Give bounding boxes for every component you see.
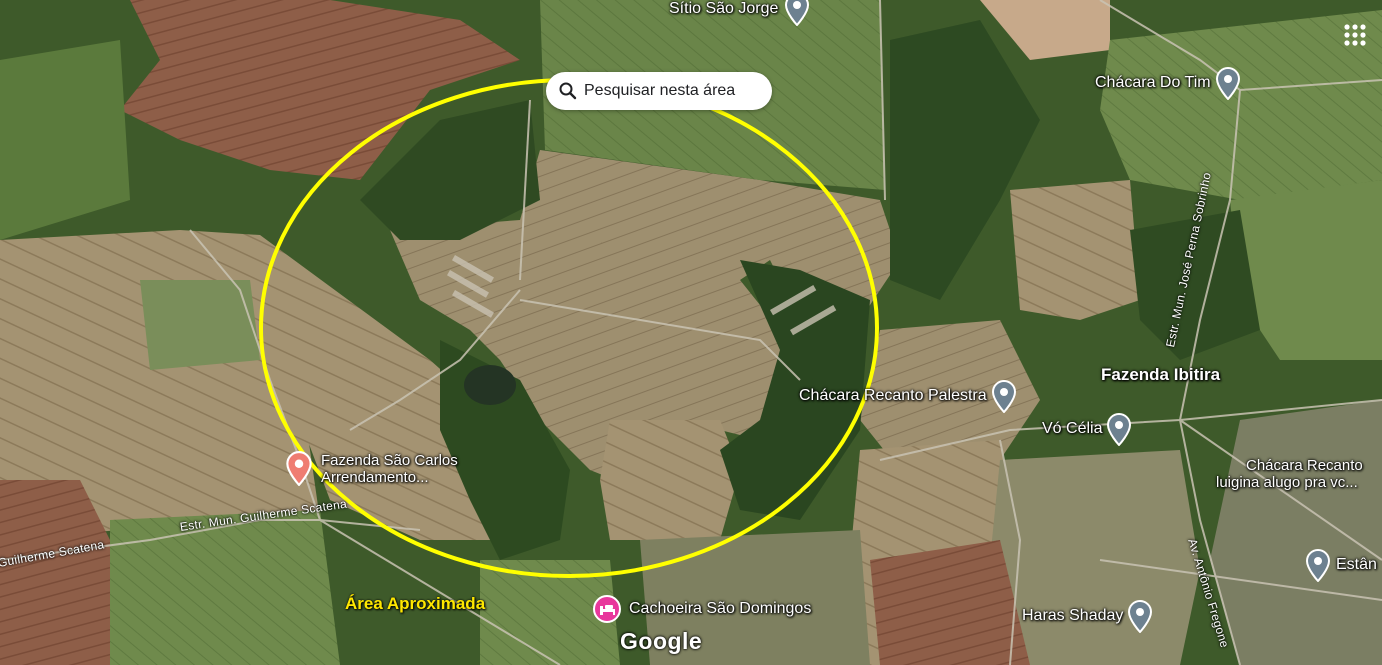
place-label: Cachoeira São Domingos <box>629 600 812 617</box>
place-pin-icon <box>1305 549 1331 582</box>
place-pin-icon <box>991 380 1016 413</box>
place-vo-celia[interactable]: Vó Célia <box>1042 412 1134 446</box>
place-label: Haras Shaday <box>1022 607 1124 624</box>
place-fazenda-sao-carlos[interactable]: Fazenda São Carlos Arrendamento... <box>283 450 458 486</box>
place-pin-icon <box>1215 67 1240 100</box>
place-label: Chácara Recanto Palestra <box>799 387 987 404</box>
place-pin-icon <box>785 0 810 26</box>
search-this-area-label: Pesquisar nesta área <box>584 82 736 99</box>
place-label: Sítio São Jorge <box>669 0 779 17</box>
search-icon <box>559 82 577 100</box>
place-pin-icon <box>1128 600 1153 633</box>
red-place-pin-icon <box>286 451 312 486</box>
place-chacara-recanto-palestra[interactable]: Chácara Recanto Palestra <box>799 379 1019 413</box>
place-cachoeira-sao-domingos[interactable]: Cachoeira São Domingos <box>592 594 811 624</box>
place-haras-shaday[interactable]: Haras Shaday <box>1022 599 1155 633</box>
place-sitio-sao-jorge[interactable]: Sítio São Jorge <box>669 0 812 26</box>
place-label: Fazenda Ibitira <box>1101 365 1221 384</box>
place-label-line2: Arrendamento... <box>321 469 429 486</box>
place-label-line2: luigina alugo pra vc... <box>1216 474 1358 491</box>
google-logo: Google <box>620 628 703 654</box>
place-chacara-do-tim[interactable]: Chácara Do Tim <box>1095 66 1243 100</box>
place-label: Vó Célia <box>1042 420 1103 437</box>
apps-grid-icon[interactable] <box>1340 20 1370 50</box>
hotel-pin-icon <box>593 595 621 623</box>
place-label-line1: Chácara Recanto <box>1246 457 1363 474</box>
place-label: Chácara Do Tim <box>1095 74 1211 91</box>
search-this-area-button[interactable]: Pesquisar nesta área <box>546 72 772 110</box>
place-fazenda-ibitira[interactable]: Fazenda Ibitira <box>1101 366 1220 384</box>
place-estan[interactable]: Estân <box>1303 548 1377 582</box>
place-pin-icon <box>1107 413 1132 446</box>
place-label-line1: Fazenda São Carlos <box>321 452 458 469</box>
place-chacara-recanto-luigina[interactable]: Chácara Recanto luigina alugo pra vc... <box>1216 457 1363 491</box>
place-label: Estân <box>1336 556 1377 573</box>
map-view[interactable]: Pesquisar nesta área Sítio São Jorge Chá… <box>0 0 1382 665</box>
approximate-area-label: Área Aproximada <box>345 594 486 613</box>
